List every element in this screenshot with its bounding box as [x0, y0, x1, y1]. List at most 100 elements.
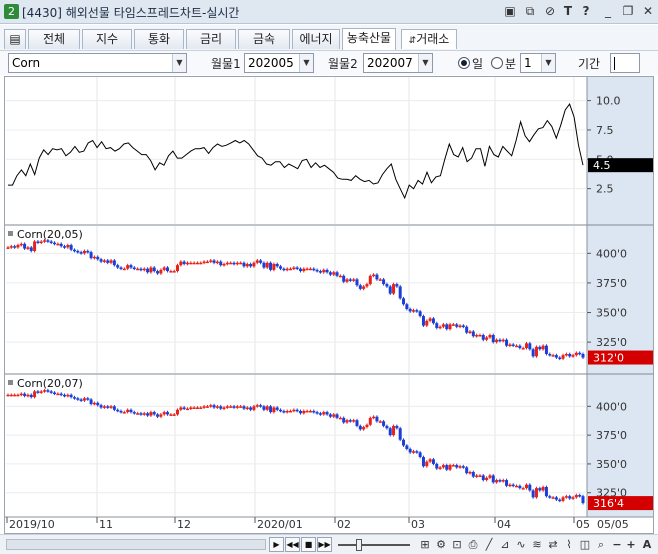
- product-select[interactable]: Corn ▼: [8, 53, 187, 73]
- candle-body[interactable]: [102, 406, 106, 408]
- candle-body[interactable]: [368, 417, 372, 425]
- candle-body[interactable]: [305, 268, 309, 271]
- candle-body[interactable]: [302, 268, 306, 272]
- candle-body[interactable]: [126, 409, 130, 413]
- candle-body[interactable]: [332, 414, 336, 417]
- candle-body[interactable]: [195, 407, 199, 409]
- candle-body[interactable]: [445, 324, 449, 330]
- candle-body[interactable]: [63, 394, 67, 397]
- candle-body[interactable]: [312, 268, 316, 271]
- camera-icon[interactable]: ◫: [578, 537, 592, 552]
- candle-body[interactable]: [179, 261, 183, 266]
- candle-body[interactable]: [508, 484, 512, 487]
- candle-body[interactable]: [478, 475, 482, 477]
- candle-body[interactable]: [471, 471, 475, 477]
- candle-body[interactable]: [149, 267, 153, 273]
- candle-body[interactable]: [558, 357, 562, 360]
- candle-body[interactable]: [142, 413, 146, 415]
- candle-body[interactable]: [63, 246, 67, 248]
- candle-body[interactable]: [225, 406, 229, 408]
- candle-body[interactable]: [23, 393, 27, 396]
- candle-body[interactable]: [285, 268, 289, 271]
- candle-body[interactable]: [36, 391, 40, 393]
- candle-body[interactable]: [508, 344, 512, 347]
- candle-body[interactable]: [385, 284, 389, 287]
- candle-body[interactable]: [239, 406, 243, 408]
- candle-body[interactable]: [524, 484, 528, 489]
- candle-body[interactable]: [106, 260, 110, 263]
- candle-body[interactable]: [136, 413, 140, 415]
- candle-body[interactable]: [252, 406, 256, 410]
- candle-body[interactable]: [19, 243, 23, 246]
- candle-body[interactable]: [574, 495, 578, 498]
- minute-interval-select[interactable]: 1 ▼: [520, 53, 556, 73]
- candle-body[interactable]: [544, 345, 548, 354]
- candle-body[interactable]: [495, 480, 499, 483]
- candle-body[interactable]: [345, 279, 349, 282]
- candle-body[interactable]: [385, 425, 389, 429]
- candle-body[interactable]: [315, 412, 319, 414]
- candle-body[interactable]: [96, 402, 100, 406]
- candle-body[interactable]: [89, 252, 93, 259]
- candle-body[interactable]: [438, 467, 442, 469]
- candle-body[interactable]: [185, 262, 189, 265]
- candle-body[interactable]: [578, 495, 582, 497]
- candle-body[interactable]: [146, 413, 150, 416]
- print-icon[interactable]: ⎙: [466, 537, 480, 552]
- candle-body[interactable]: [335, 272, 339, 276]
- candle-body[interactable]: [318, 413, 322, 415]
- candle-body[interactable]: [491, 475, 495, 483]
- candle-body[interactable]: [129, 265, 133, 268]
- candle-body[interactable]: [515, 485, 519, 488]
- candle-body[interactable]: [43, 390, 47, 392]
- candle-body[interactable]: [322, 269, 326, 273]
- candle-body[interactable]: [99, 259, 103, 262]
- candle-body[interactable]: [289, 268, 293, 271]
- candle-body[interactable]: [488, 335, 492, 338]
- draw-line-icon[interactable]: ⊿: [498, 537, 512, 552]
- candle-body[interactable]: [235, 406, 239, 408]
- candle-body[interactable]: [146, 268, 150, 273]
- candle-body[interactable]: [468, 471, 472, 474]
- candle-body[interactable]: [471, 331, 475, 337]
- candle-body[interactable]: [554, 497, 558, 500]
- candle-body[interactable]: [53, 242, 57, 245]
- candle-body[interactable]: [538, 488, 542, 491]
- candle-body[interactable]: [255, 405, 259, 407]
- chevron-down-icon[interactable]: ▼: [172, 54, 186, 72]
- candle-body[interactable]: [209, 260, 213, 262]
- help-icon[interactable]: ?: [578, 3, 594, 19]
- candle-body[interactable]: [66, 245, 70, 248]
- candle-body[interactable]: [23, 243, 27, 249]
- candle-body[interactable]: [451, 465, 455, 467]
- tab-all[interactable]: 전체: [28, 29, 80, 49]
- settings-icon[interactable]: ⚙: [434, 537, 448, 552]
- candle-body[interactable]: [195, 262, 199, 265]
- candle-body[interactable]: [199, 262, 203, 265]
- candle-body[interactable]: [411, 310, 415, 312]
- candle-body[interactable]: [69, 245, 73, 250]
- candle-body[interactable]: [448, 465, 452, 470]
- candle-body[interactable]: [29, 247, 33, 251]
- candle-body[interactable]: [132, 412, 136, 414]
- candle-body[interactable]: [342, 275, 346, 282]
- candle-body[interactable]: [398, 286, 402, 299]
- candle-body[interactable]: [176, 265, 180, 272]
- tab-metal[interactable]: 금속: [238, 29, 290, 49]
- candle-body[interactable]: [365, 424, 369, 428]
- tab-index[interactable]: 지수: [82, 29, 132, 49]
- candle-body[interactable]: [162, 267, 166, 270]
- candle-body[interactable]: [458, 325, 462, 328]
- candle-body[interactable]: [159, 414, 163, 417]
- candle-body[interactable]: [332, 272, 336, 275]
- candle-body[interactable]: [112, 406, 116, 410]
- candle-body[interactable]: [99, 405, 103, 408]
- candle-body[interactable]: [564, 353, 568, 356]
- candle-body[interactable]: [505, 339, 509, 346]
- candle-body[interactable]: [255, 260, 259, 263]
- candle-body[interactable]: [139, 268, 143, 271]
- candle-body[interactable]: [142, 268, 146, 271]
- candle-body[interactable]: [179, 407, 183, 410]
- candle-body[interactable]: [428, 459, 432, 462]
- candle-body[interactable]: [292, 409, 296, 412]
